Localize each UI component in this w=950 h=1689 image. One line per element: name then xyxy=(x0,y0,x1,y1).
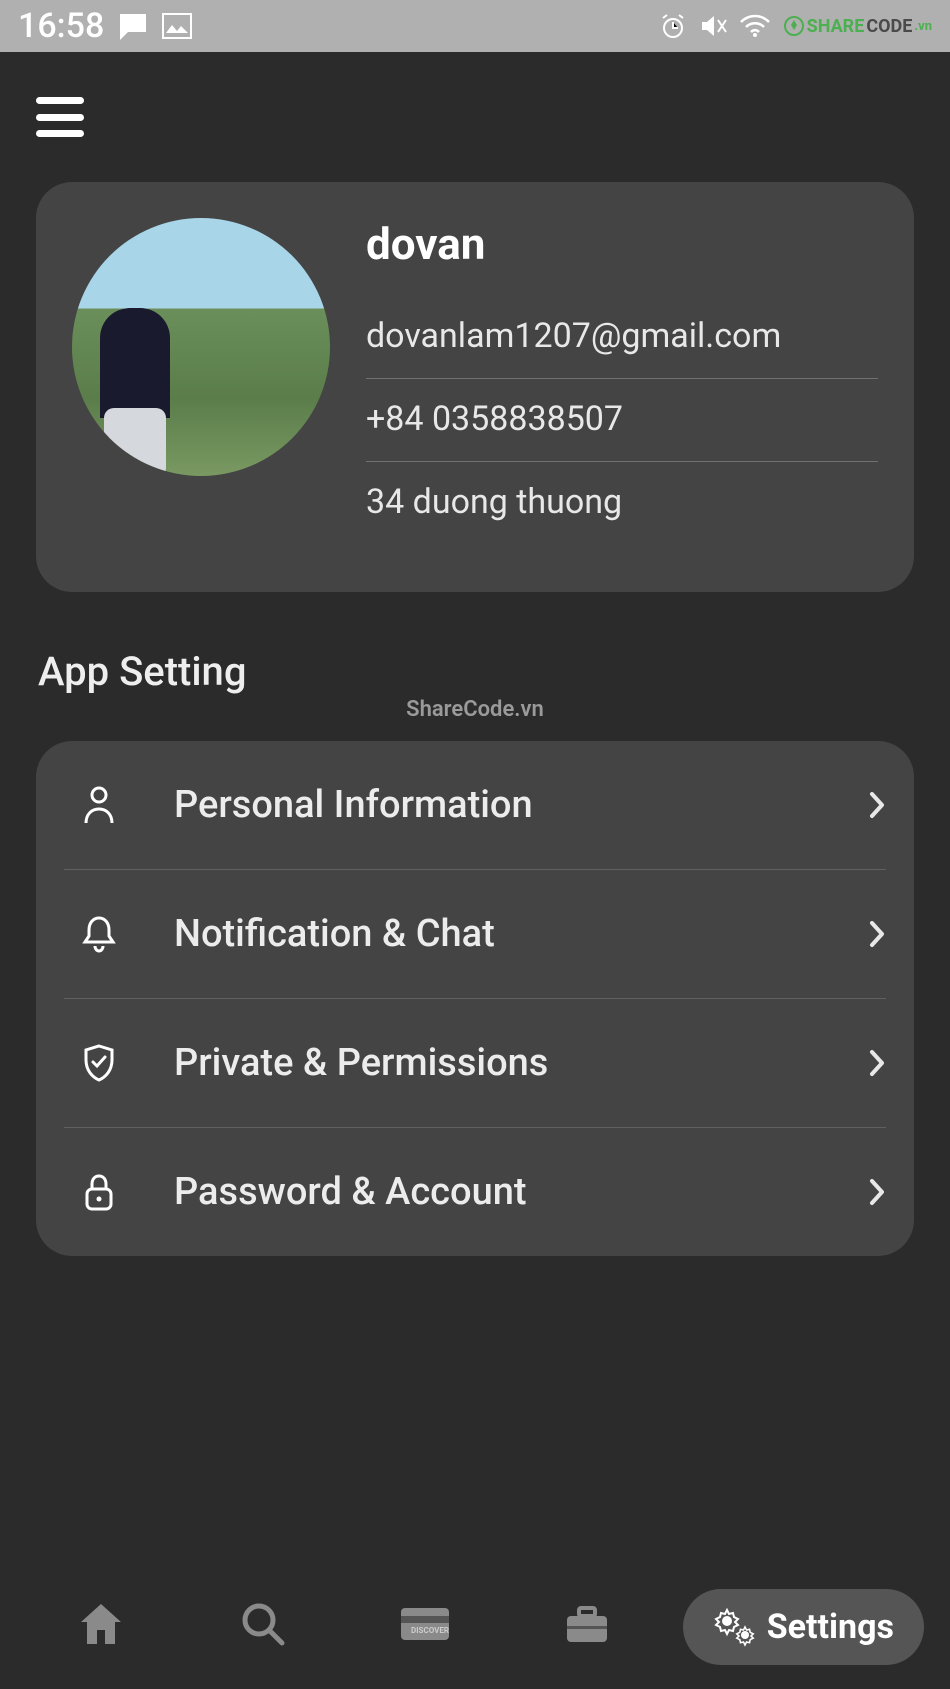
profile-card: dovan dovanlam1207@gmail.com +84 0358838… xyxy=(36,182,914,592)
profile-email: dovanlam1207@gmail.com xyxy=(366,296,878,378)
bell-icon xyxy=(64,914,134,954)
nav-search[interactable] xyxy=(223,1584,303,1664)
profile-name: dovan xyxy=(366,218,878,270)
setting-label: Private & Permissions xyxy=(174,1041,868,1085)
setting-notification-chat[interactable]: Notification & Chat xyxy=(36,870,914,998)
settings-pill[interactable]: Settings xyxy=(683,1589,924,1665)
wifi-icon xyxy=(739,14,771,38)
chevron-right-icon xyxy=(868,1048,886,1078)
svg-text:DISCOVER: DISCOVER xyxy=(411,1626,449,1635)
section-title: App Setting xyxy=(38,648,914,695)
picture-icon xyxy=(162,13,192,39)
mute-icon xyxy=(699,12,727,40)
top-bar xyxy=(36,52,914,182)
profile-phone: +84 0358838507 xyxy=(366,379,878,461)
watermark-center: ShareCode.vn xyxy=(406,697,544,722)
setting-label: Password & Account xyxy=(174,1170,868,1214)
setting-personal-information[interactable]: Personal Information xyxy=(36,741,914,869)
status-bar: 16:58 SHARECODE.vn xyxy=(0,0,950,52)
menu-icon[interactable] xyxy=(36,97,84,137)
lock-icon xyxy=(64,1172,134,1212)
chevron-right-icon xyxy=(868,1177,886,1207)
shield-icon xyxy=(64,1043,134,1083)
setting-private-permissions[interactable]: Private & Permissions xyxy=(36,999,914,1127)
avatar[interactable] xyxy=(72,218,330,476)
setting-label: Notification & Chat xyxy=(174,912,868,956)
chevron-right-icon xyxy=(868,790,886,820)
nav-card[interactable]: DISCOVER xyxy=(385,1584,465,1664)
chevron-right-icon xyxy=(868,919,886,949)
chat-icon xyxy=(118,12,148,40)
alarm-icon xyxy=(659,12,687,40)
sharecode-watermark-top: SHARECODE.vn xyxy=(783,15,932,37)
settings-card: Personal Information Notification & Chat… xyxy=(36,741,914,1256)
profile-address: 34 duong thuong xyxy=(366,462,878,544)
setting-label: Personal Information xyxy=(174,783,868,827)
setting-password-account[interactable]: Password & Account xyxy=(36,1128,914,1256)
person-icon xyxy=(64,785,134,825)
nav-briefcase[interactable] xyxy=(547,1584,627,1664)
nav-home[interactable] xyxy=(61,1584,141,1664)
settings-pill-label: Settings xyxy=(767,1607,894,1647)
gears-icon xyxy=(713,1607,757,1647)
status-time: 16:58 xyxy=(18,6,104,46)
